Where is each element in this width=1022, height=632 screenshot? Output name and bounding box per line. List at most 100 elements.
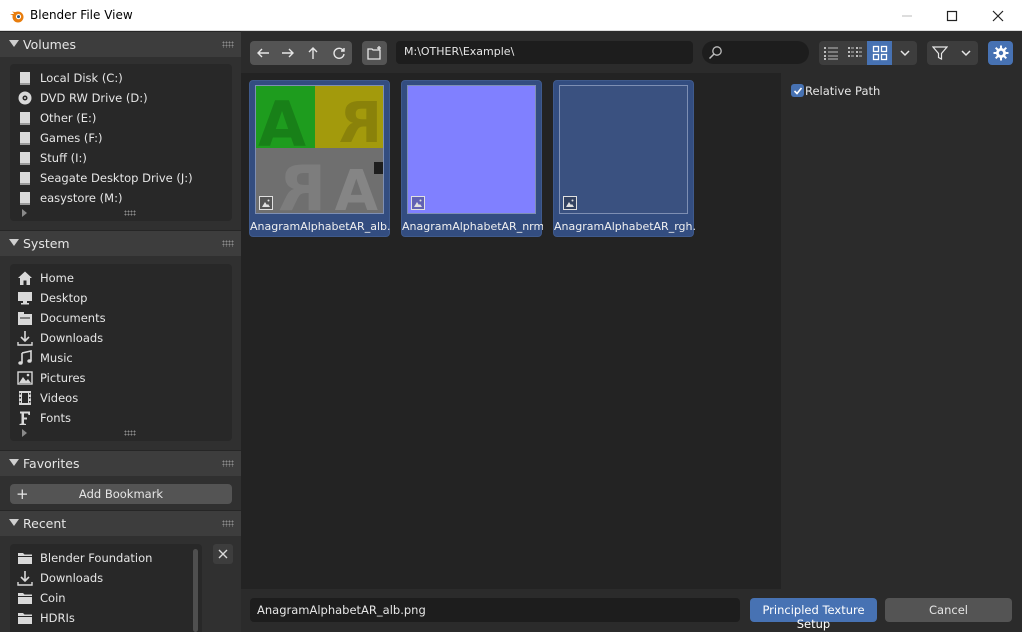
system-item-label: Downloads bbox=[40, 331, 104, 345]
volume-label: DVD RW Drive (D:) bbox=[40, 91, 148, 105]
disk-icon bbox=[20, 132, 30, 145]
expand-arrow-icon bbox=[22, 209, 27, 217]
volume-item-f[interactable]: Games (F:) bbox=[10, 128, 232, 148]
parent-directory-button[interactable] bbox=[300, 41, 326, 65]
maximize-button[interactable] bbox=[929, 0, 975, 31]
file-name: AnagramAlphabetAR_nrm.... bbox=[402, 220, 543, 233]
favorites-panel-header[interactable]: Favorites bbox=[0, 450, 241, 476]
volume-item-c[interactable]: Local Disk (C:) bbox=[10, 68, 232, 88]
folder-icon bbox=[18, 593, 32, 604]
recent-panel-header[interactable]: Recent bbox=[0, 510, 241, 536]
back-button[interactable] bbox=[250, 41, 275, 65]
settings-toggle-button[interactable] bbox=[988, 41, 1013, 65]
system-item-music[interactable]: Music bbox=[10, 348, 232, 368]
favorites-header-label: Favorites bbox=[23, 456, 80, 471]
system-item-label: Documents bbox=[40, 311, 106, 325]
home-icon bbox=[18, 271, 32, 285]
file-tile-normal[interactable]: AnagramAlphabetAR_nrm.... bbox=[401, 80, 543, 237]
minimize-button[interactable] bbox=[884, 0, 930, 31]
file-name: AnagramAlphabetAR_rgh.p... bbox=[554, 220, 695, 233]
add-bookmark-button[interactable]: + Add Bookmark bbox=[10, 484, 232, 504]
vertical-list-view-button[interactable] bbox=[819, 41, 843, 65]
arrow-left-icon bbox=[256, 48, 269, 58]
image-file-icon bbox=[411, 196, 425, 210]
list-resize-handle[interactable] bbox=[10, 207, 232, 219]
filename-text: AnagramAlphabetAR_alb.png bbox=[257, 603, 426, 617]
clear-recent-button[interactable] bbox=[213, 544, 233, 564]
filter-icon bbox=[932, 46, 948, 60]
system-item-documents[interactable]: Documents bbox=[10, 308, 232, 328]
recent-item-downloads[interactable]: Downloads bbox=[10, 568, 202, 588]
desktop-icon bbox=[18, 292, 32, 305]
volume-item-m[interactable]: easystore (M:) bbox=[10, 188, 232, 208]
volume-item-i[interactable]: Stuff (I:) bbox=[10, 148, 232, 168]
recent-scrollbar[interactable] bbox=[193, 549, 198, 632]
volume-item-d[interactable]: DVD RW Drive (D:) bbox=[10, 88, 232, 108]
list-resize-handle[interactable] bbox=[10, 427, 232, 439]
file-tile-albedo[interactable]: A R R A AnagramAlphabetAR_alb.p... bbox=[249, 80, 391, 237]
drag-grip-icon[interactable] bbox=[222, 240, 234, 247]
disk-icon bbox=[20, 112, 30, 125]
new-folder-button[interactable] bbox=[362, 41, 387, 65]
svg-text:A: A bbox=[334, 159, 378, 214]
relative-path-checkbox[interactable] bbox=[791, 84, 804, 97]
principled-texture-setup-button[interactable]: Principled Texture Setup bbox=[750, 598, 877, 631]
file-name: AnagramAlphabetAR_alb.p... bbox=[250, 220, 391, 233]
system-item-pictures[interactable]: Pictures bbox=[10, 368, 232, 388]
filter-options-dropdown[interactable] bbox=[953, 41, 978, 65]
close-window-button[interactable] bbox=[975, 0, 1021, 31]
resize-grip-icon bbox=[124, 210, 136, 216]
arrow-up-icon bbox=[308, 47, 318, 59]
refresh-icon bbox=[333, 47, 345, 59]
blender-logo-icon bbox=[10, 11, 24, 23]
drag-grip-icon[interactable] bbox=[222, 520, 234, 527]
download-icon bbox=[17, 571, 33, 586]
svg-text:R: R bbox=[339, 91, 382, 156]
minimize-icon bbox=[902, 15, 912, 16]
system-panel-header[interactable]: System bbox=[0, 230, 241, 256]
search-input[interactable] bbox=[702, 41, 809, 64]
drag-grip-icon[interactable] bbox=[222, 41, 234, 48]
display-size-dropdown[interactable] bbox=[892, 41, 917, 65]
music-icon bbox=[18, 350, 32, 365]
new-folder-icon bbox=[366, 46, 381, 60]
system-item-home[interactable]: Home bbox=[10, 268, 232, 288]
system-item-downloads[interactable]: Downloads bbox=[10, 328, 232, 348]
directory-path-field[interactable]: M:\OTHER\Example\ bbox=[396, 41, 693, 64]
image-file-icon bbox=[259, 196, 273, 210]
volume-item-e[interactable]: Other (E:) bbox=[10, 108, 232, 128]
recent-item-blender-foundation[interactable]: Blender Foundation bbox=[10, 548, 202, 568]
recent-item-hdris[interactable]: HDRIs bbox=[10, 608, 202, 628]
volume-item-j[interactable]: Seagate Desktop Drive (J:) bbox=[10, 168, 232, 188]
system-header-label: System bbox=[23, 236, 70, 251]
thumbnail-view-button[interactable] bbox=[867, 41, 892, 65]
recent-item-label: Coin bbox=[40, 591, 66, 605]
relative-path-label[interactable]: Relative Path bbox=[805, 84, 880, 98]
expand-arrow-icon bbox=[22, 429, 27, 437]
disk-icon bbox=[20, 72, 30, 85]
filter-toggle-button[interactable] bbox=[927, 41, 953, 65]
bottom-bar: AnagramAlphabetAR_alb.png Principled Tex… bbox=[241, 589, 1022, 632]
volumes-panel-header[interactable]: Volumes bbox=[0, 31, 241, 57]
system-item-label: Home bbox=[40, 271, 74, 285]
system-item-fonts[interactable]: Fonts bbox=[10, 408, 232, 428]
refresh-button[interactable] bbox=[326, 41, 352, 65]
search-icon bbox=[708, 46, 722, 60]
drag-grip-icon[interactable] bbox=[222, 460, 234, 467]
download-icon bbox=[17, 331, 33, 346]
documents-icon bbox=[18, 312, 32, 325]
file-tile-roughness[interactable]: AnagramAlphabetAR_rgh.p... bbox=[553, 80, 695, 237]
cancel-button[interactable]: Cancel bbox=[885, 598, 1012, 622]
recent-item-label: Downloads bbox=[40, 571, 104, 585]
forward-button[interactable] bbox=[275, 41, 300, 65]
horizontal-list-view-button[interactable] bbox=[843, 41, 867, 65]
horizontal-list-icon bbox=[848, 47, 862, 57]
recent-item-coin[interactable]: Coin bbox=[10, 588, 202, 608]
system-item-desktop[interactable]: Desktop bbox=[10, 288, 232, 308]
system-list: Home Desktop Documents Downloads Music P… bbox=[10, 264, 232, 441]
sidebar: Volumes Local Disk (C:) DVD RW Drive (D:… bbox=[0, 31, 241, 632]
image-file-icon bbox=[563, 196, 577, 210]
filename-field[interactable]: AnagramAlphabetAR_alb.png bbox=[250, 598, 740, 622]
file-browser-area[interactable]: A R R A AnagramAlphabetAR_alb.p... Anagr… bbox=[241, 73, 781, 589]
system-item-videos[interactable]: Videos bbox=[10, 388, 232, 408]
